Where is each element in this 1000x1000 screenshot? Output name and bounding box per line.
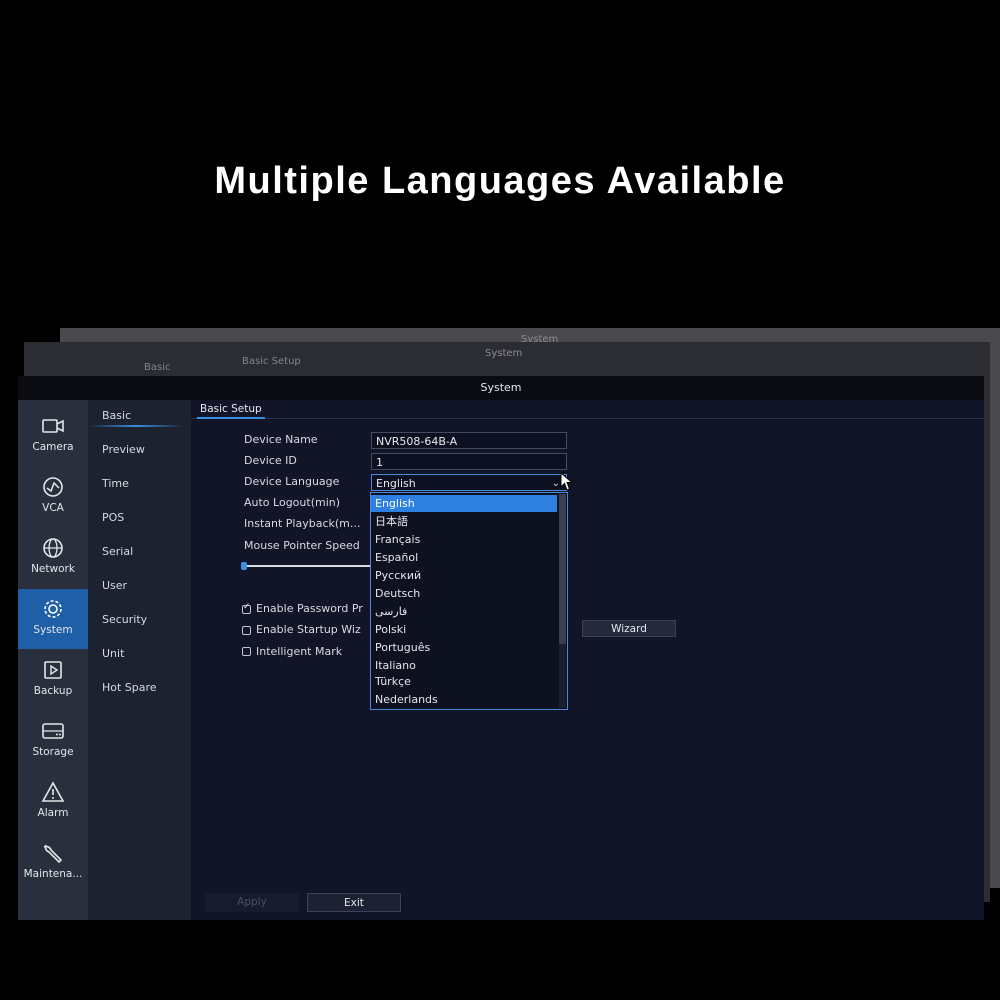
subnav-active-indicator — [88, 425, 184, 427]
dropdown-scrollbar[interactable] — [559, 494, 566, 708]
subnav-security[interactable]: Security — [102, 613, 147, 626]
camera-icon — [42, 419, 64, 433]
auto-logout-label: Auto Logout(min) — [244, 496, 341, 509]
gear-icon — [44, 600, 62, 618]
nav-label: VCA — [42, 502, 64, 514]
device-id-field[interactable]: 1 — [371, 453, 567, 470]
enable-startup-wizard-label: Enable Startup Wiz — [256, 623, 361, 636]
subnav-serial[interactable]: Serial — [102, 545, 133, 558]
nav-system[interactable]: System — [18, 589, 88, 649]
nav-camera[interactable]: Camera — [18, 406, 88, 466]
apply-button[interactable]: Apply — [205, 893, 299, 912]
alarm-icon — [41, 781, 65, 802]
device-language-label: Device Language — [244, 475, 340, 488]
tab-bar: Basic Setup — [191, 400, 984, 419]
left-nav: Camera VCA Network System Backup Storage… — [18, 400, 88, 920]
nav-label: Backup — [33, 685, 73, 697]
nav-alarm[interactable]: Alarm — [18, 772, 88, 832]
sub-nav: Basic Preview Time POS Serial User Secur… — [88, 400, 191, 920]
content-panel: Basic Setup Device Name NVR508-64B-A Dev… — [191, 400, 984, 920]
nav-label: Maintena... — [23, 868, 83, 880]
device-language-select[interactable]: English ⌄ — [371, 474, 567, 491]
chevron-down-icon: ⌄ — [551, 478, 560, 489]
subnav-time[interactable]: Time — [102, 477, 129, 490]
ghost-tab: Basic Setup — [242, 356, 301, 367]
window-title: System — [18, 376, 984, 400]
nav-label: System — [33, 624, 73, 636]
subnav-unit[interactable]: Unit — [102, 647, 124, 660]
enable-password-checkbox[interactable] — [242, 602, 251, 614]
device-language-value: English — [376, 477, 416, 490]
language-option[interactable]: Español — [371, 549, 557, 566]
nav-network[interactable]: Network — [18, 528, 88, 588]
language-option[interactable]: Français — [371, 531, 557, 548]
vca-icon — [43, 477, 63, 497]
language-option[interactable]: Русский — [371, 567, 557, 584]
nav-label: Network — [31, 563, 75, 575]
wizard-button[interactable]: Wizard — [582, 620, 676, 637]
intelligent-mark-label: Intelligent Mark — [256, 645, 343, 658]
mouse-pointer-speed-label: Mouse Pointer Speed — [244, 539, 360, 552]
device-name-label: Device Name — [244, 433, 318, 446]
ghost-window-title: System — [485, 348, 523, 359]
nav-label: Camera — [32, 441, 74, 453]
device-id-label: Device ID — [244, 454, 297, 467]
slider-knob[interactable] — [241, 562, 247, 570]
nav-label: Storage — [32, 746, 74, 758]
exit-button[interactable]: Exit — [307, 893, 401, 912]
subnav-hot-spare[interactable]: Hot Spare — [102, 681, 157, 694]
enable-startup-wizard-checkbox[interactable] — [242, 626, 251, 635]
instant-playback-label: Instant Playback(m... — [244, 517, 361, 530]
wrench-icon — [43, 844, 63, 864]
language-option[interactable]: English — [371, 495, 557, 512]
language-dropdown[interactable]: English 日本語 Français Español Русский Deu… — [370, 492, 568, 710]
nav-vca[interactable]: VCA — [18, 467, 88, 527]
tab-basic-setup[interactable]: Basic Setup — [197, 401, 265, 419]
language-option[interactable]: Deutsch — [371, 585, 557, 602]
scrollbar-thumb[interactable] — [559, 494, 566, 644]
subnav-basic[interactable]: Basic — [102, 409, 131, 422]
nav-label: Alarm — [37, 807, 69, 819]
nav-storage[interactable]: Storage — [18, 711, 88, 771]
language-option[interactable]: Português — [371, 639, 557, 656]
language-option[interactable]: Polski — [371, 621, 557, 638]
ghost-nav: Basic — [144, 362, 171, 373]
language-option[interactable]: Türkçe — [371, 673, 557, 690]
subnav-preview[interactable]: Preview — [102, 443, 145, 456]
backup-icon — [44, 661, 62, 679]
enable-password-label: Enable Password Pr — [256, 602, 363, 615]
subnav-user[interactable]: User — [102, 579, 127, 592]
mouse-speed-slider[interactable] — [241, 562, 371, 570]
globe-icon — [43, 538, 63, 558]
intelligent-mark-checkbox[interactable] — [242, 647, 251, 656]
storage-icon — [42, 723, 64, 739]
language-option[interactable]: فارسی — [371, 603, 557, 620]
language-option[interactable]: Italiano — [371, 657, 557, 674]
language-option[interactable]: Nederlands — [371, 691, 557, 708]
mouse-cursor-icon — [560, 472, 574, 491]
nav-maintenance[interactable]: Maintena... — [18, 833, 88, 893]
language-option[interactable]: 日本語 — [371, 513, 557, 530]
headline: Multiple Languages Available — [214, 160, 786, 202]
subnav-pos[interactable]: POS — [102, 511, 124, 524]
nav-backup[interactable]: Backup — [18, 650, 88, 710]
device-name-field[interactable]: NVR508-64B-A — [371, 432, 567, 449]
